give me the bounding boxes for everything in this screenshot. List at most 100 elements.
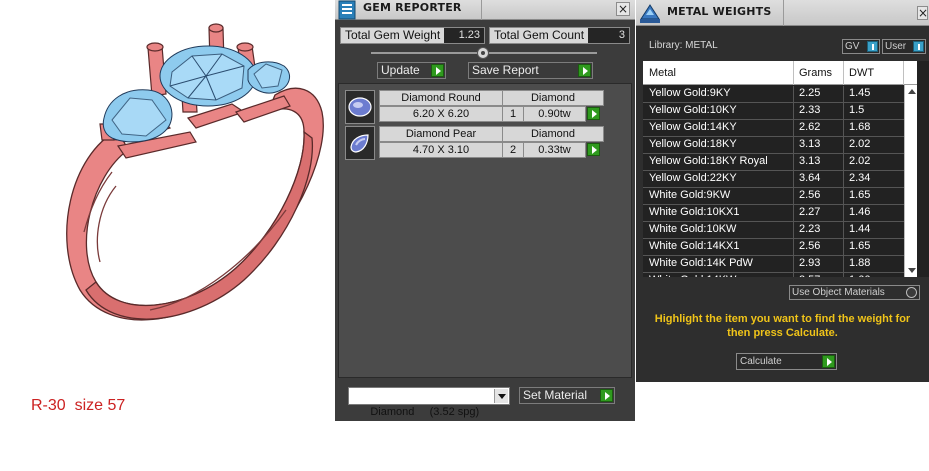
table-row[interactable]: Yellow Gold:10KY 2.33 1.5 [643,103,905,120]
table-row[interactable]: Yellow Gold:18KY Royal 3.13 2.02 [643,154,905,171]
column-divider [793,154,794,171]
column-header-dwt[interactable]: DWT [849,67,874,79]
column-divider [793,239,794,256]
column-divider [843,154,844,171]
table-row[interactable]: Yellow Gold:14KY 2.62 1.68 [643,120,905,137]
column-divider [843,61,844,85]
save-report-button-label: Save Report [472,63,539,77]
gv-toggle[interactable]: GV [842,39,880,54]
select-gem-arrow-icon[interactable] [587,143,600,156]
metal-name-cell: Yellow Gold:9KY [649,87,731,99]
material-select[interactable]: Diamond (3.52 spg) [348,387,510,418]
column-divider [793,137,794,154]
update-button-label: Update [381,63,420,77]
dwt-cell: 1.45 [849,87,871,99]
set-material-button[interactable]: Set Material [519,387,615,404]
toggle-indicator-icon [913,41,924,52]
ring-caption: R-30 size 57 [31,397,126,414]
table-row[interactable]: Yellow Gold:18KY 3.13 2.02 [643,137,905,154]
calculate-button[interactable]: Calculate [736,353,837,370]
user-toggle-label: User [885,41,907,52]
table-row[interactable]: White Gold:9KW 2.56 1.65 [643,188,905,205]
column-divider [843,120,844,137]
column-divider [793,256,794,273]
table-row[interactable]: White Gold:14KX1 2.56 1.65 [643,239,905,256]
play-arrow-icon [822,355,835,368]
close-icon[interactable]: × [917,6,928,20]
dwt-cell: 1.66 [849,274,870,277]
metal-name-cell: White Gold:14KW [649,274,736,277]
metal-name-cell: White Gold:10KW [649,223,737,235]
column-divider [843,256,844,273]
instruction-text: Highlight the item you want to find the … [654,313,911,339]
metal-table: Metal Grams DWT Yellow Gold:9KY 2.25 1.45 Y… [643,61,929,277]
gem-size: 4.70 X 3.10 [379,142,503,158]
chevron-down-icon[interactable] [494,389,508,403]
total-gem-count-value: 3 [618,29,625,41]
gem-name: Diamond Pear [379,126,503,142]
column-divider [793,171,794,188]
metal-weights-panel: METAL WEIGHTS × Library: METAL GV User M… [636,0,929,382]
gem-row[interactable]: Diamond Round Diamond 6.20 X 6.20 1 0.90… [345,90,604,124]
column-header-metal[interactable]: Metal [649,67,676,79]
table-row[interactable]: White Gold:10KX1 2.27 1.46 [643,205,905,222]
gem-row[interactable]: Diamond Pear Diamond 4.70 X 3.10 2 0.33t… [345,126,604,160]
column-divider [843,137,844,154]
table-row[interactable]: White Gold:14KW 2.57 1.66 [643,273,905,277]
dwt-cell: 1.65 [849,240,871,252]
column-divider [793,222,794,239]
user-toggle[interactable]: User [882,39,926,54]
table-row[interactable]: White Gold:14K PdW 2.93 1.88 [643,256,905,273]
metal-name-cell: Yellow Gold:18KY Royal [649,155,768,167]
grams-cell: 2.27 [799,206,821,218]
use-object-materials-option[interactable]: Use Object Materials [789,285,920,300]
grams-cell: 2.56 [799,240,821,252]
column-header-grams[interactable]: Grams [799,67,832,79]
metal-name-cell: Yellow Gold:22KY [649,172,737,184]
scroll-up-icon[interactable] [908,89,916,94]
table-row[interactable]: Yellow Gold:22KY 3.64 2.34 [643,171,905,188]
column-divider [843,239,844,256]
grams-cell: 3.13 [799,138,821,150]
column-divider [843,273,844,277]
column-divider [843,86,844,103]
titlebar-divider [783,0,784,26]
play-arrow-icon [431,64,444,77]
select-gem-arrow-icon[interactable] [587,107,600,120]
save-report-button[interactable]: Save Report [468,62,593,79]
update-button[interactable]: Update [377,62,446,79]
round-gem-icon [345,90,375,124]
ring-viewport[interactable]: R-30 size 57 [0,0,334,471]
gem-count: 2 [502,142,524,158]
radio-button-icon[interactable] [906,287,917,298]
gem-reporter-title: GEM REPORTER [363,1,462,14]
dwt-cell: 1.46 [849,206,871,218]
metal-weights-title: METAL WEIGHTS [667,5,772,18]
scroll-down-icon[interactable] [908,268,916,273]
gv-toggle-label: GV [845,41,860,52]
total-gem-count-box: Total Gem Count 3 [489,27,630,44]
column-divider [793,103,794,120]
metal-name-cell: Yellow Gold:18KY [649,138,737,150]
column-divider [793,273,794,277]
panel-splitter-handle[interactable] [477,47,489,59]
close-icon[interactable]: × [616,2,630,16]
column-divider [843,205,844,222]
metal-table-scrollbar[interactable] [904,85,917,277]
metal-weights-titlebar[interactable]: METAL WEIGHTS × [636,0,929,26]
total-gem-weight-box: Total Gem Weight 1.23 [340,27,485,44]
metal-name-cell: Yellow Gold:14KY [649,121,737,133]
column-divider [843,188,844,205]
calculate-button-label: Calculate [740,356,782,367]
column-divider [843,171,844,188]
table-row[interactable]: White Gold:10KW 2.23 1.44 [643,222,905,239]
table-row[interactable]: Yellow Gold:9KY 2.25 1.45 [643,86,905,103]
metal-name-cell: White Gold:9KW [649,189,731,201]
gem-material: Diamond [502,90,604,106]
gem-reporter-titlebar[interactable]: GEM REPORTER × [335,0,635,20]
column-divider [793,205,794,222]
titlebar-divider [481,0,482,20]
grams-cell: 3.64 [799,172,821,184]
grams-cell: 3.13 [799,155,821,167]
library-label: Library: METAL [649,40,718,51]
